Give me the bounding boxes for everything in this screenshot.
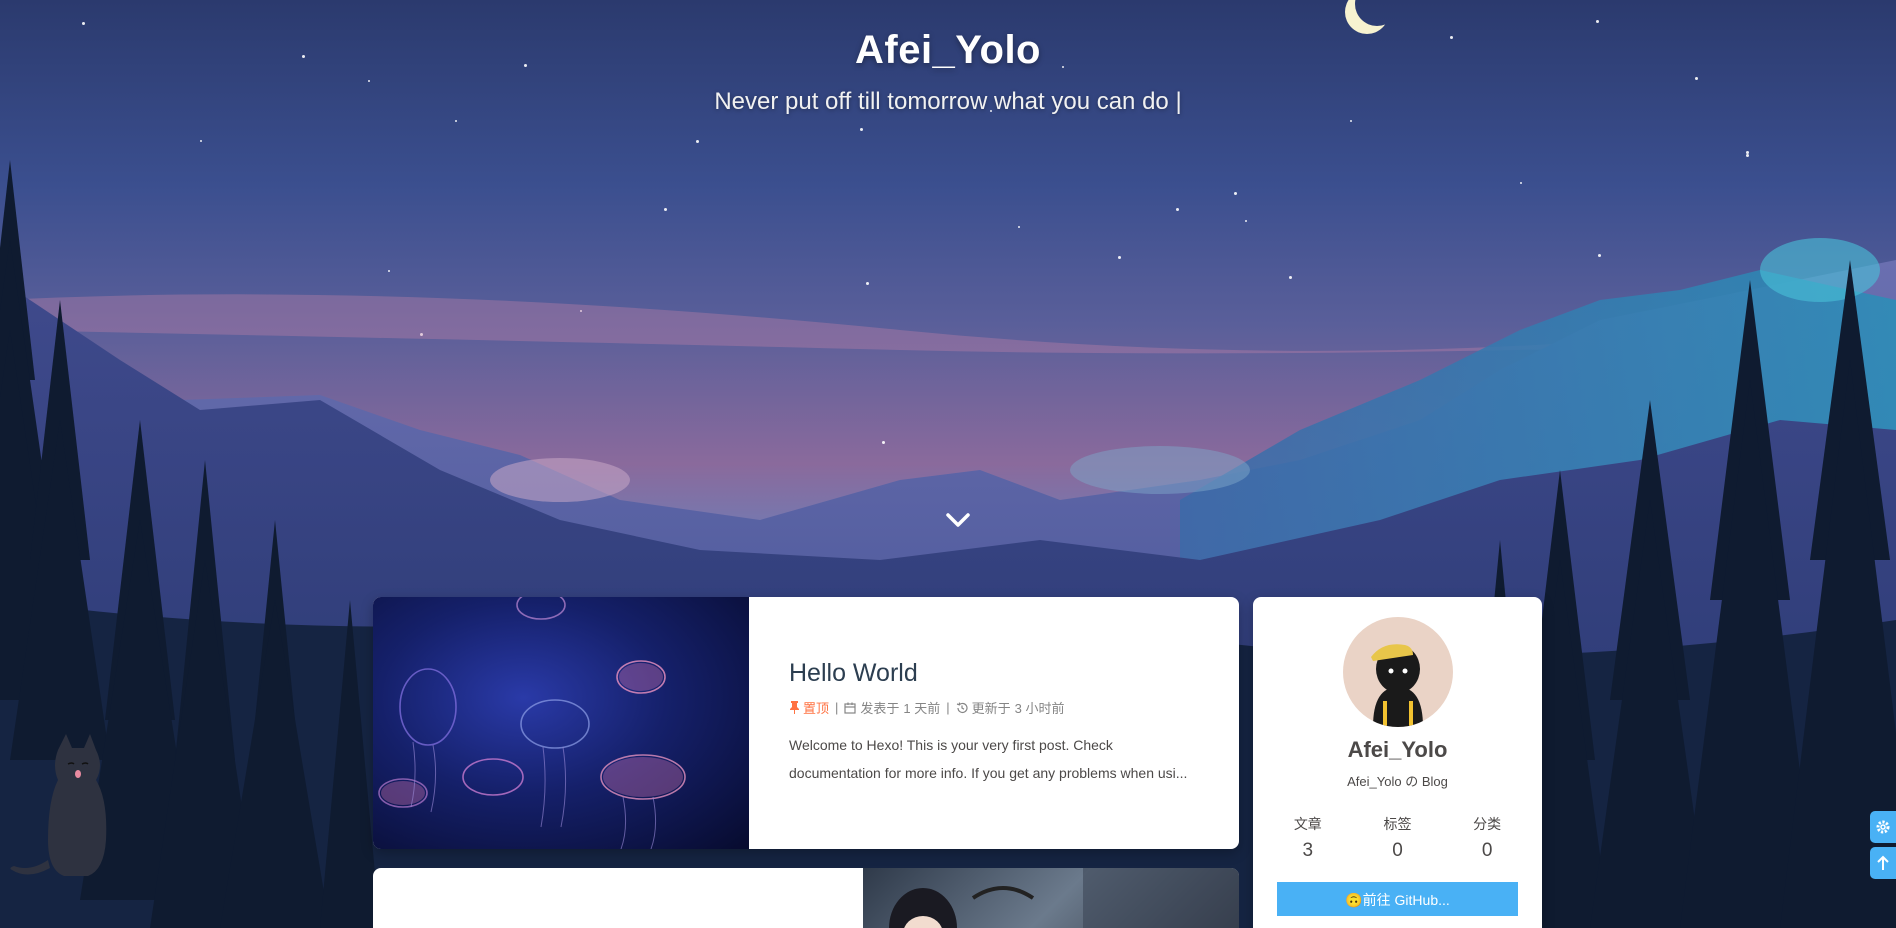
published-value: 1 天前 <box>903 701 941 716</box>
anime-girl-illustration <box>889 868 1239 928</box>
post-info: Hello World 置顶 | 发表于 1 天前 | 更新于 3 小时前 We… <box>749 597 1239 849</box>
stat-value: 3 <box>1302 840 1314 861</box>
updated-label: 更新于 <box>971 701 1011 716</box>
author-card: Afei_Yolo Afei_Yolo の Blog 文章 3 标签 0 分类 … <box>1253 597 1542 928</box>
post-card: Hello World 置顶 | 发表于 1 天前 | 更新于 3 小时前 We… <box>373 597 1239 849</box>
post-cover-image[interactable] <box>863 868 1239 928</box>
updated-value: 3 小时前 <box>1014 701 1065 716</box>
post-card <box>373 868 1239 928</box>
settings-button[interactable] <box>1870 811 1896 843</box>
cat-mascot[interactable] <box>8 730 118 880</box>
stat-label: 标签 <box>1383 816 1412 832</box>
site-title: Afei_Yolo <box>854 28 1041 72</box>
sticky-label: 置顶 <box>803 701 830 716</box>
avatar[interactable] <box>1342 617 1453 727</box>
avatar-illustration <box>1370 644 1423 727</box>
calendar-icon <box>844 702 857 714</box>
history-icon <box>956 702 968 713</box>
updated-date: 更新于 3 小时前 <box>956 698 1065 717</box>
meta-separator: | <box>835 700 839 715</box>
published-label: 发表于 <box>860 701 900 716</box>
stat-label: 分类 <box>1473 816 1502 832</box>
author-name: Afei_Yolo <box>1347 737 1448 762</box>
post-excerpt: Welcome to Hexo! This is your very first… <box>789 737 1188 781</box>
sticky-badge: 置顶 <box>789 698 829 717</box>
post-info <box>373 868 863 928</box>
site-subtitle: Never put off till tomorrow what you can… <box>714 88 1182 115</box>
post-meta: 置顶 | 发表于 1 天前 | 更新于 3 小时前 <box>789 698 1199 717</box>
scroll-down-button[interactable] <box>940 506 976 534</box>
back-to-top-button[interactable] <box>1870 847 1896 879</box>
stat-tags[interactable]: 标签 0 <box>1353 814 1442 862</box>
stat-categories[interactable]: 分类 0 <box>1443 814 1532 862</box>
stat-value: 0 <box>1392 840 1403 861</box>
gear-icon <box>1876 820 1890 834</box>
arrow-up-icon <box>1877 855 1889 870</box>
thumbtack-icon <box>790 701 799 714</box>
published-date: 发表于 1 天前 <box>844 698 940 717</box>
side-button-group <box>1870 811 1896 879</box>
author-stats: 文章 3 标签 0 分类 0 <box>1263 814 1532 862</box>
author-description: Afei_Yolo の Blog <box>1347 774 1448 789</box>
github-button[interactable]: 🙃前往 GitHub... <box>1277 882 1518 916</box>
stat-label: 文章 <box>1293 816 1322 832</box>
stat-value: 0 <box>1481 840 1493 861</box>
jellyfish-illustration <box>378 597 686 849</box>
stat-articles[interactable]: 文章 3 <box>1263 814 1352 862</box>
post-title-link[interactable]: Hello World <box>789 659 1199 688</box>
chevron-down-icon <box>946 513 970 527</box>
meta-separator: | <box>946 700 950 715</box>
post-cover-image[interactable] <box>373 597 749 849</box>
